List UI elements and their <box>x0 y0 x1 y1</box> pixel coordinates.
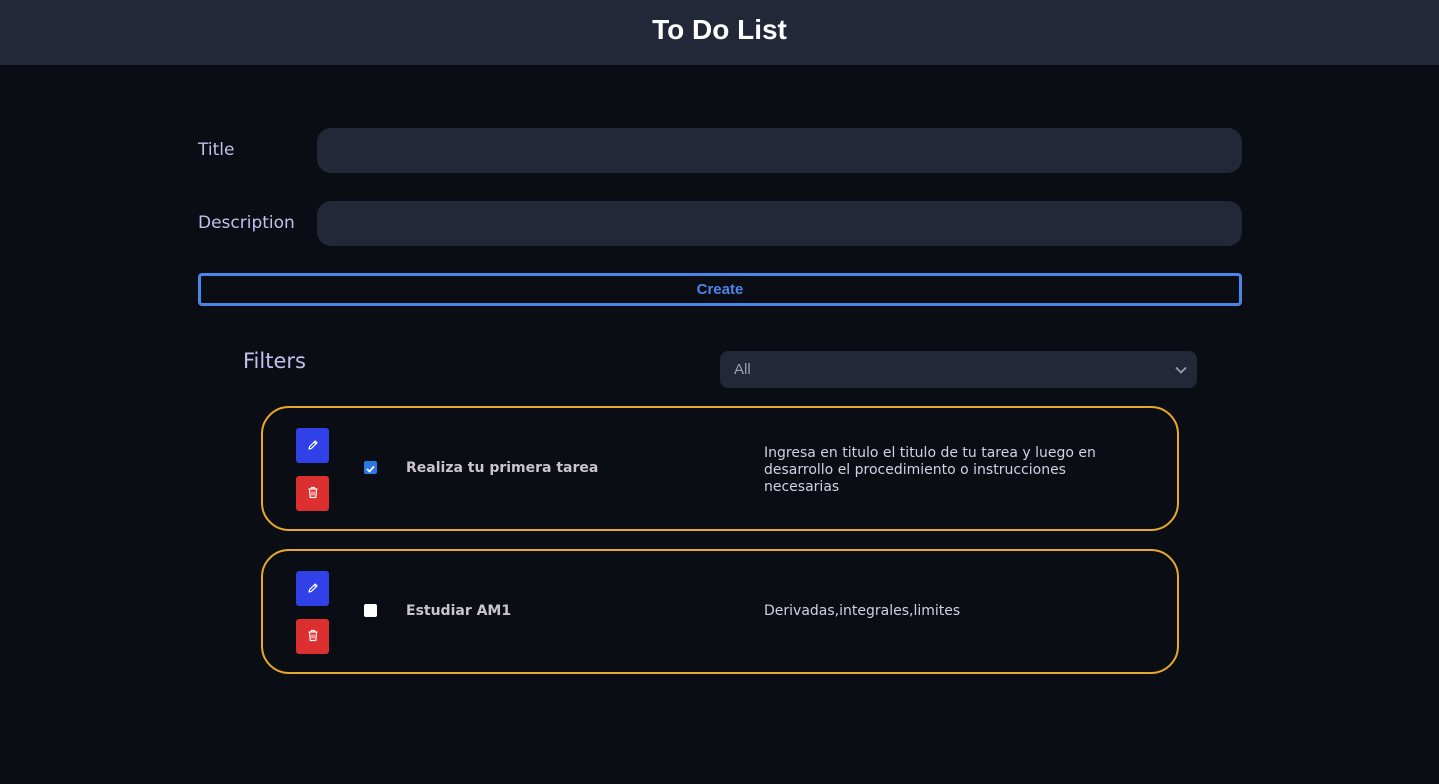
task-card: Estudiar AM1 Derivadas,integrales,limite… <box>261 549 1179 674</box>
edit-task-button[interactable] <box>296 571 329 606</box>
create-button[interactable]: Create <box>198 273 1242 306</box>
title-label: Title <box>198 140 235 160</box>
description-input[interactable] <box>317 201 1242 246</box>
task-card: Realiza tu primera tarea Ingresa en titu… <box>261 406 1179 531</box>
filter-selected-value: All <box>734 361 751 378</box>
task-title: Realiza tu primera tarea <box>406 460 599 476</box>
task-complete-checkbox[interactable] <box>364 461 377 474</box>
title-input[interactable] <box>317 128 1242 173</box>
pencil-icon <box>307 579 319 598</box>
description-label: Description <box>198 213 295 233</box>
trash-icon <box>307 627 319 646</box>
pencil-icon <box>307 436 319 455</box>
delete-task-button[interactable] <box>296 619 329 654</box>
trash-icon <box>307 484 319 503</box>
chevron-down-icon <box>1175 363 1187 377</box>
task-description: Derivadas,integrales,limites <box>764 603 961 619</box>
edit-task-button[interactable] <box>296 428 329 463</box>
task-complete-checkbox[interactable] <box>364 604 377 617</box>
task-description: Ingresa en titulo el titulo de tu tarea … <box>764 445 1096 495</box>
filter-select[interactable]: All <box>720 351 1197 388</box>
delete-task-button[interactable] <box>296 476 329 511</box>
checkmark-icon <box>366 458 375 477</box>
filters-label: Filters <box>243 349 306 373</box>
task-title: Estudiar AM1 <box>406 603 512 619</box>
app-header: To Do List <box>0 0 1439 65</box>
page-title: To Do List <box>652 13 787 45</box>
